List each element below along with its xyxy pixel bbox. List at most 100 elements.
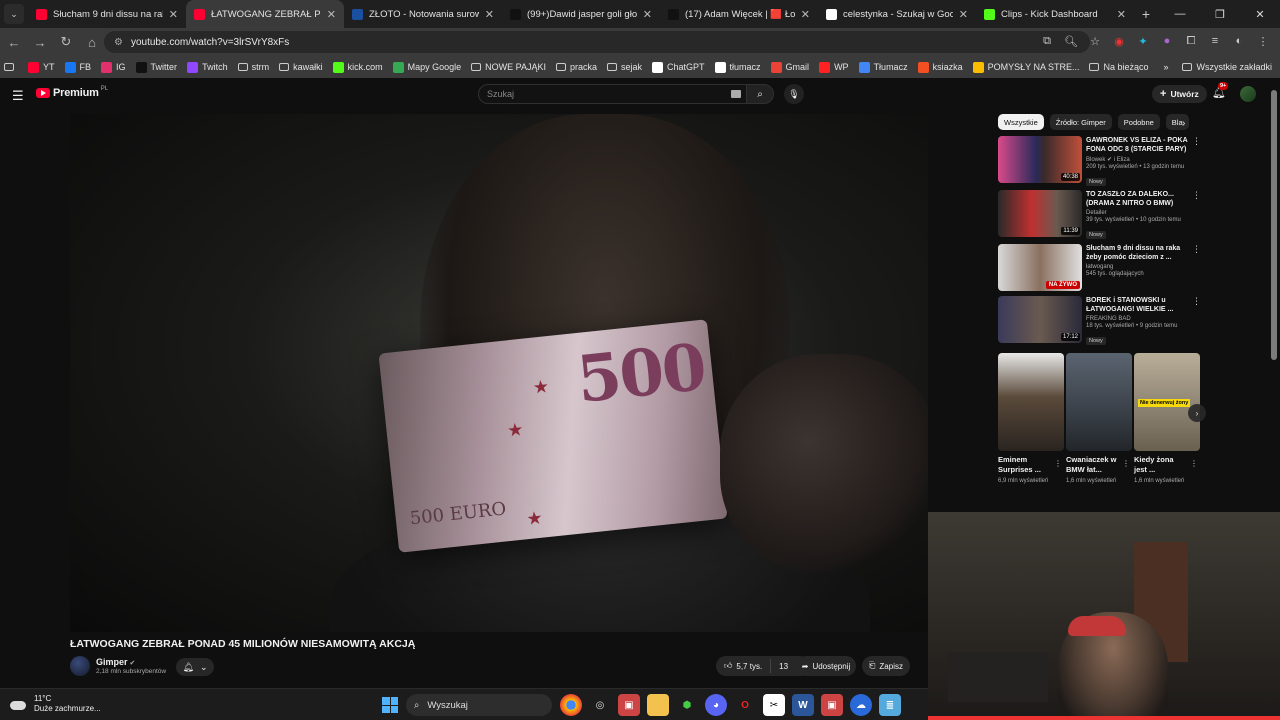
video-title[interactable]: BOREK i STANOWSKI u ŁATWOGANG! WIELKIE .… — [1086, 296, 1188, 314]
bookmark-item[interactable]: ChatGPT — [652, 61, 705, 73]
close-tab-icon[interactable]: ✕ — [643, 8, 652, 21]
shorts-next-button[interactable]: › — [1188, 404, 1206, 422]
close-tab-icon[interactable]: ✕ — [959, 8, 968, 21]
more-options-icon[interactable]: ⋮ — [1054, 459, 1062, 468]
app-icon[interactable]: ◎ — [589, 694, 611, 716]
home-icon[interactable]: ⌂ — [80, 30, 104, 54]
tab-search-button[interactable]: ⌄ — [4, 4, 24, 24]
extension-icon[interactable]: ● — [1158, 32, 1176, 50]
browser-tab[interactable]: celestynka - Szukaj w Google ✕ — [818, 0, 976, 28]
filter-chip[interactable]: Podobne — [1117, 114, 1160, 130]
recommended-video[interactable]: 40:38 GAWRONEK VS ELIZA - POKA FONA ODC … — [998, 136, 1201, 186]
bookmark-item[interactable]: ksiazka — [917, 61, 963, 73]
chrome-icon[interactable] — [560, 694, 582, 716]
short-card[interactable]: Eminem Surprises ... 6,9 mln wyświetleń … — [998, 353, 1064, 485]
share-button[interactable]: ➦ Udostępnij — [796, 656, 856, 676]
browser-tab[interactable]: Clips - Kick Dashboard ✕ — [976, 0, 1134, 28]
forward-icon[interactable]: → — [28, 30, 52, 54]
weather-widget[interactable]: 11°C Duże zachmurze... — [10, 694, 101, 714]
dislike-button[interactable]: 13 — [771, 662, 796, 671]
word-icon[interactable]: W — [792, 694, 814, 716]
browser-tab[interactable]: ZŁOTO - Notowania surowców ✕ — [344, 0, 502, 28]
close-tab-icon[interactable]: ✕ — [327, 8, 336, 21]
create-button[interactable]: + Utwórz — [1152, 85, 1207, 103]
bookmark-item[interactable]: FB — [64, 61, 91, 73]
channel-name[interactable]: FREAKING BAD — [1086, 316, 1188, 322]
short-title[interactable]: Cwaniaczek w BMW łat... — [1066, 455, 1118, 475]
discord-icon[interactable]: ◕ — [705, 694, 727, 716]
vpn-icon[interactable]: ⬢ — [676, 694, 698, 716]
short-title[interactable]: Eminem Surprises ... — [998, 455, 1050, 475]
video-title[interactable]: GAWRONEK VS ELIZA - POKA FONA ODC 8 (STA… — [1086, 136, 1188, 154]
bookmark-item[interactable]: WP — [819, 61, 849, 73]
bookmark-item[interactable]: Na bieżąco — [1089, 62, 1149, 72]
browser-tab[interactable]: Słucham 9 dni dissu na raka żeby ✕ — [28, 0, 186, 28]
short-card[interactable]: Cwaniaczek w BMW łat... 1,6 mln wyświetl… — [1066, 353, 1132, 485]
recommended-video[interactable]: 11:39 TO ZASZŁO ZA DALEKO... (DRAMA Z NI… — [998, 190, 1201, 240]
close-window-icon[interactable]: ✕ — [1240, 0, 1280, 28]
youtube-logo[interactable]: Premium PL — [36, 86, 108, 99]
short-thumbnail[interactable]: Nie denerwuj żony — [1134, 353, 1200, 451]
all-bookmarks-folder[interactable]: Wszystkie zakładki — [1182, 62, 1272, 72]
notifications-button[interactable]: 🔔︎ 9+ — [1212, 82, 1229, 99]
search-button[interactable]: ⌕ — [746, 84, 774, 104]
bookmark-item[interactable]: Twitter — [135, 61, 177, 73]
media-icon[interactable]: ≡ — [1206, 32, 1224, 50]
bookmark-item[interactable]: sejak — [607, 62, 642, 72]
browser-tab[interactable]: ŁATWOGANG ZEBRAŁ PONAD ✕ — [186, 0, 344, 28]
avatar[interactable] — [1240, 86, 1256, 102]
bookmark-item[interactable]: pracka — [555, 62, 597, 72]
bookmark-item[interactable]: IG — [101, 61, 126, 73]
page-scrollbar[interactable] — [1271, 90, 1277, 360]
filter-chip[interactable]: Wszystkie — [998, 114, 1044, 130]
more-options-icon[interactable]: ⋮ — [1192, 296, 1201, 307]
short-thumbnail[interactable] — [1066, 353, 1132, 451]
bookmarks-overflow[interactable]: » — [1163, 62, 1168, 72]
video-player[interactable]: 500 ★ ★ ★ 500 EURO — [70, 114, 928, 632]
save-button[interactable]: ⎗ Zapisz — [862, 656, 910, 676]
browser-tab[interactable]: (17) Adam Więcek | 🟥 Łowca ✕ — [660, 0, 818, 28]
new-tab-button[interactable]: + — [1134, 6, 1158, 22]
bookmark-item[interactable]: Mapy Google — [392, 61, 461, 73]
recommended-video[interactable]: 17:12 BOREK i STANOWSKI u ŁATWOGANG! WIE… — [998, 296, 1201, 346]
capcut-icon[interactable]: ✂ — [763, 694, 785, 716]
keyboard-icon[interactable] — [731, 90, 741, 98]
close-tab-icon[interactable]: ✕ — [801, 8, 810, 21]
chevron-right-icon[interactable]: › — [1182, 118, 1185, 129]
close-tab-icon[interactable]: ✕ — [169, 8, 178, 21]
more-options-icon[interactable]: ⋮ — [1122, 459, 1130, 468]
bookmark-item[interactable]: NOWE PAJĄKI — [471, 62, 546, 72]
cloud-app-icon[interactable]: ☁ — [850, 694, 872, 716]
hamburger-menu-icon[interactable]: ☰ — [12, 88, 24, 104]
bookmark-item[interactable]: YT — [28, 61, 55, 73]
channel-name[interactable]: Detailer — [1086, 210, 1188, 216]
subscription-bell-button[interactable]: 🔔︎ ⌄ — [176, 658, 214, 676]
short-title[interactable]: Kiedy żona jest ... — [1134, 455, 1186, 475]
channel-name[interactable]: łatwogang — [1086, 264, 1188, 270]
bookmark-item[interactable]: strm — [237, 62, 269, 72]
recommended-video[interactable]: NA ŻYWO Słucham 9 dni dissu na raka żeby… — [998, 244, 1201, 294]
video-title[interactable]: Słucham 9 dni dissu na raka żeby pomóc d… — [1086, 244, 1188, 262]
url-field[interactable]: ⚙ youtube.com/watch?v=3lrSVrY8xFs — [104, 31, 1090, 53]
channel-name[interactable]: Gimper ✔ — [96, 657, 135, 667]
channel-avatar[interactable] — [70, 656, 90, 676]
extension-icon[interactable]: ✦ — [1134, 32, 1152, 50]
zoom-icon[interactable]: 🔍︎ — [1062, 32, 1080, 50]
reload-icon[interactable]: ↻ — [54, 30, 78, 54]
more-options-icon[interactable]: ⋮ — [1192, 190, 1201, 201]
photo-app-icon[interactable]: ▣ — [618, 694, 640, 716]
video-thumbnail[interactable]: 11:39 — [998, 190, 1082, 237]
site-info-icon[interactable]: ⚙ — [114, 37, 123, 48]
bookmark-item[interactable]: tłumacz — [714, 61, 761, 73]
bookmark-item[interactable] — [4, 63, 18, 71]
install-app-icon[interactable]: ⧉ — [1038, 32, 1056, 50]
close-tab-icon[interactable]: ✕ — [1117, 8, 1126, 21]
back-icon[interactable]: ← — [2, 30, 26, 54]
filter-chip[interactable]: Źródło: Gimper — [1049, 114, 1112, 130]
video-thumbnail[interactable]: 17:12 — [998, 296, 1082, 343]
voice-search-button[interactable]: 🎙︎ — [784, 84, 804, 104]
minimize-icon[interactable]: — — [1160, 0, 1200, 28]
file-explorer-icon[interactable] — [647, 694, 669, 716]
windows-start-icon[interactable] — [382, 697, 398, 713]
bookmark-item[interactable]: Twitch — [187, 61, 228, 73]
